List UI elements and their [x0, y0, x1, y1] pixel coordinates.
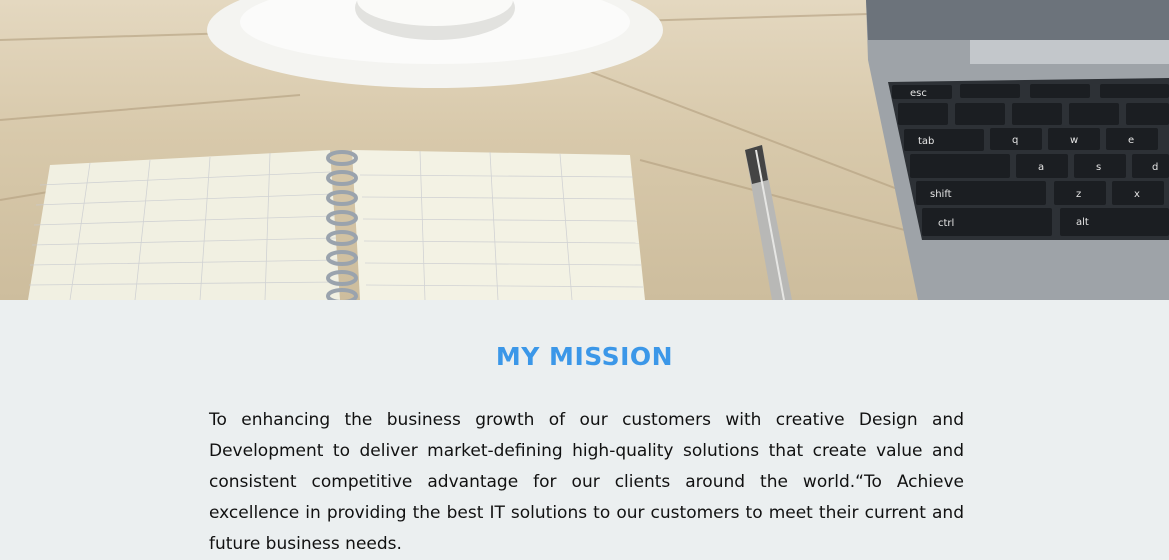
- notebook: [28, 150, 645, 300]
- key-z: z: [1076, 189, 1081, 200]
- key-esc: esc: [910, 88, 927, 99]
- desk-illustration: esc tab q w e a s d shift z x ctrl alt: [0, 0, 1169, 300]
- key-ctrl: ctrl: [938, 218, 954, 229]
- key-x: x: [1134, 189, 1140, 200]
- key-alt: alt: [1076, 217, 1089, 228]
- key-w: w: [1070, 135, 1078, 146]
- hero-image: esc tab q w e a s d shift z x ctrl alt: [0, 0, 1169, 300]
- key-a: a: [1038, 162, 1044, 173]
- key-q: q: [1012, 135, 1018, 146]
- key-e: e: [1128, 135, 1134, 146]
- coffee-cup: [207, 0, 663, 88]
- mission-section: MY MISSION To enhancing the business gro…: [0, 300, 1169, 554]
- pen: [745, 145, 792, 300]
- mission-text: To enhancing the business growth of our …: [209, 410, 964, 554]
- key-shift: shift: [930, 189, 952, 200]
- key-d: d: [1152, 162, 1158, 173]
- key-s: s: [1096, 162, 1101, 173]
- key-tab: tab: [918, 136, 934, 147]
- mission-title: MY MISSION: [495, 342, 674, 371]
